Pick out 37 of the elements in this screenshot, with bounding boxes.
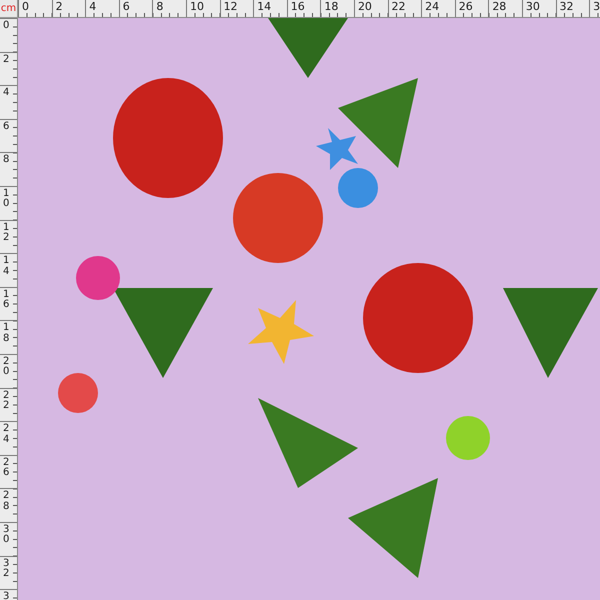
ruler-label: 32 <box>3 558 10 580</box>
ruler-label: 10 <box>3 188 10 210</box>
ruler-label: 14 <box>257 0 272 13</box>
ruler-label: 24 <box>3 424 10 446</box>
ruler-label: 0 <box>22 0 29 13</box>
ruler-label: 26 <box>3 458 10 479</box>
ruler-label: 2 <box>3 54 10 66</box>
ruler-label: 32 <box>560 0 574 13</box>
ruler-label: 2 <box>56 0 63 13</box>
unit-label: cm <box>0 4 16 14</box>
ruler-label: 28 <box>3 491 10 512</box>
ruler-label: 18 <box>324 0 338 13</box>
ruler-label: 18 <box>3 323 10 344</box>
ruler-label: 16 <box>290 0 305 13</box>
ruler-label: 20 <box>358 0 372 13</box>
ruler-label: 22 <box>392 0 406 13</box>
ruler-label: 22 <box>3 390 10 412</box>
ruler-label: 6 <box>122 0 130 13</box>
ruler-label: 4 <box>89 0 96 13</box>
ruler-label: 6 <box>3 122 10 132</box>
ruler-label: 26 <box>458 0 473 13</box>
ruler-label: 30 <box>3 524 10 546</box>
ruler-label: 4 <box>3 88 10 99</box>
ruler-label: 16 <box>3 290 10 311</box>
ruler-label: 3 <box>3 592 10 600</box>
ruler-label: 0 <box>3 21 10 32</box>
ruler-label: 8 <box>156 0 164 13</box>
ruler-label: 3 <box>593 0 600 13</box>
ruler-label: 12 <box>224 0 238 13</box>
ruler-label: 30 <box>526 0 540 13</box>
ruler-label: 14 <box>3 256 10 278</box>
ruler-label: 12 <box>3 222 10 244</box>
ruler-label: 24 <box>425 0 440 13</box>
ruler-label: 28 <box>492 0 506 13</box>
ruler-label: 10 <box>190 0 204 13</box>
ruler-label: 20 <box>3 356 10 378</box>
ruler-label: 8 <box>3 155 10 166</box>
